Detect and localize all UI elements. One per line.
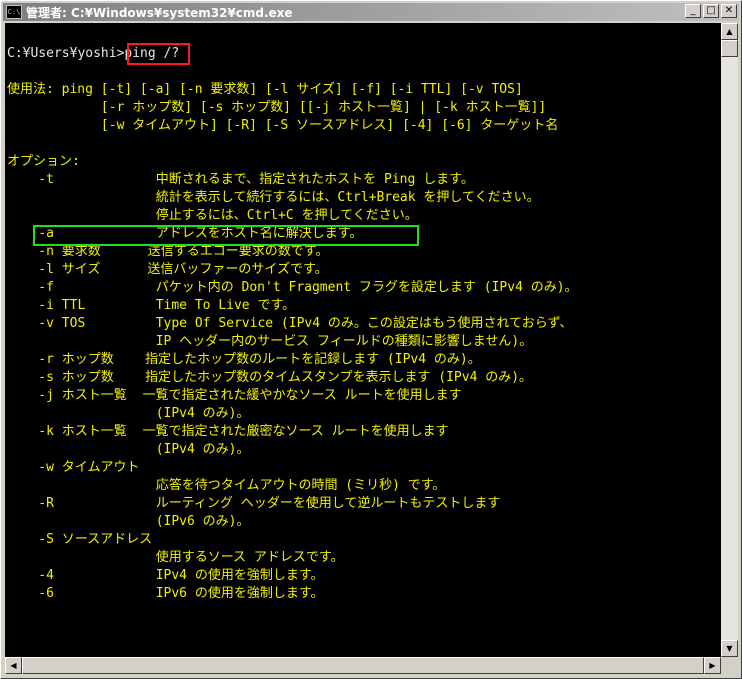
scroll-down-button[interactable]: ▼ [721,640,738,657]
vertical-scrollbar[interactable]: ▲ ▼ [721,23,738,657]
console-line: -t 中断されるまで、指定されたホストを Ping します。 [7,172,474,187]
console-line: 応答を待つタイムアウトの時間 (ミリ秒) です。 [7,478,446,493]
console-line: -S ソースアドレス [7,532,153,547]
scroll-thumb[interactable] [721,40,738,57]
console-line: [-r ホップ数] [-s ホップ数] [[-j ホスト一覧] | [-k ホス… [7,100,547,115]
scroll-right-button[interactable]: ▶ [704,657,721,674]
console-line: -v TOS Type Of Service (IPv4 のみ。この設定はもう使… [7,316,573,331]
console-line: -k ホスト一覧 一覧で指定された厳密なソース ルートを使用します [7,424,449,439]
console-line: -j ホスト一覧 一覧で指定された緩やかなソース ルートを使用します [7,388,462,403]
console-line: -l サイズ 送信バッファーのサイズです。 [7,262,328,277]
cmd-window: C:\ 管理者: C:¥Windows¥system32¥cmd.exe _ □… [0,0,742,679]
console-line: -i TTL Time To Live です。 [7,298,296,313]
scroll-left-button[interactable]: ◀ [5,657,22,674]
console-line: 停止するには、Ctrl+C を押してください。 [7,208,418,223]
console-line: 使用するソース アドレスです。 [7,550,344,565]
option-a-highlight-box [33,225,419,246]
cmd-icon[interactable]: C:\ [6,5,22,19]
console-line: [-w タイムアウト] [-R] [-S ソースアドレス] [-4] [-6] … [7,118,559,133]
console-line: オプション: [7,154,80,169]
console-line: -R ルーティング ヘッダーを使用して逆ルートもテストします [7,496,501,511]
console-line: -s ホップ数 指定したホップ数のタイムスタンプを表示します (IPv4 のみ)… [7,370,533,385]
console-line: -w タイムアウト [7,460,140,475]
size-grip[interactable] [721,657,738,674]
maximize-button[interactable]: □ [703,4,719,18]
console-line: (IPv6 のみ)。 [7,514,250,529]
console-line: (IPv4 のみ)。 [7,442,250,457]
close-button[interactable]: ✕ [721,4,737,18]
horizontal-scrollbar[interactable]: ◀ ▶ [5,657,721,674]
console-line: -r ホップ数 指定したホップ数のルートを記録します (IPv4 のみ)。 [7,352,481,367]
title-bar[interactable]: C:\ 管理者: C:¥Windows¥system32¥cmd.exe _ □… [3,3,739,21]
title-buttons: _ □ ✕ [685,4,737,18]
window-title: 管理者: C:¥Windows¥system32¥cmd.exe [26,5,293,20]
console-line: 使用法: ping [-t] [-a] [-n 要求数] [-l サイズ] [-… [7,82,523,97]
console-line: (IPv4 のみ)。 [7,406,250,421]
console-output[interactable]: C:¥Users¥yoshi>ping /? 使用法: ping [-t] [-a… [5,23,721,657]
console-line: -f パケット内の Don't Fragment フラグを設定します (IPv4… [7,280,578,295]
minimize-button[interactable]: _ [685,4,701,18]
horizontal-scroll-thumb[interactable] [22,657,704,674]
console-line: IP ヘッダー内のサービス フィールドの種類に影響しません)。 [7,334,533,349]
command-highlight-box [127,43,190,65]
scroll-up-button[interactable]: ▲ [721,23,738,40]
console-line: -4 IPv4 の使用を強制します。 [7,568,324,583]
console-line: -6 IPv6 の使用を強制します。 [7,586,324,601]
console-line: 統計を表示して続行するには、Ctrl+Break を押してください。 [7,190,540,205]
